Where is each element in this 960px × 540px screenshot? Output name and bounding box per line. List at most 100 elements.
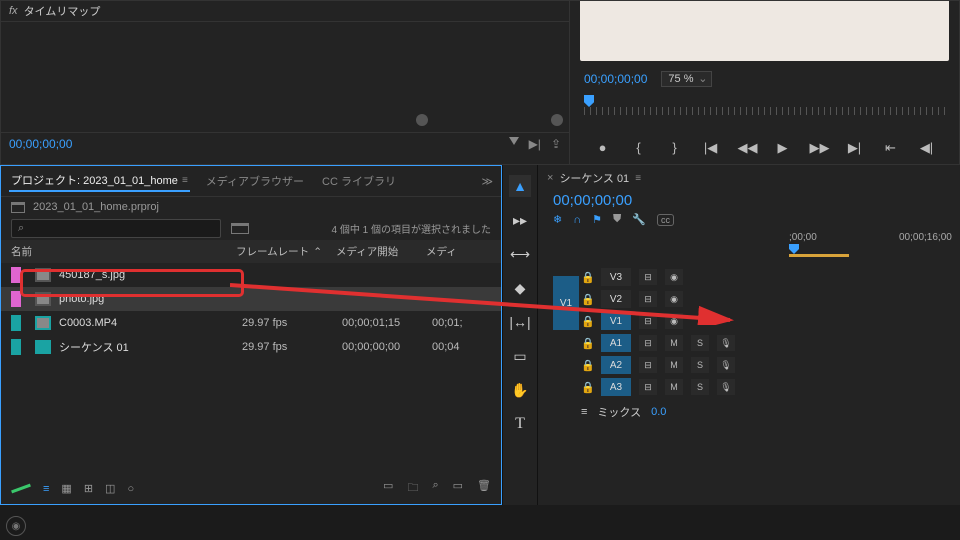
mic-icon[interactable]: 🎙 [717, 357, 735, 373]
sort-button[interactable]: ○ [127, 483, 134, 495]
lift-button[interactable]: ⇤ [882, 140, 900, 156]
track-a2[interactable]: A2 [601, 356, 631, 374]
lock-icon[interactable]: 🔒 [581, 293, 593, 306]
solo-button[interactable]: S [691, 379, 709, 395]
new-item-button[interactable]: ▭ [383, 479, 393, 498]
hamburger-icon[interactable]: ≡ [635, 173, 641, 184]
eye-icon[interactable]: ◉ [665, 269, 683, 285]
tab-project[interactable]: プロジェクト: 2023_01_01_home≡ [9, 170, 190, 192]
creative-cloud-icon[interactable]: ◉ [6, 516, 26, 536]
lock-icon[interactable]: 🔒 [581, 381, 593, 394]
sync-lock-icon[interactable]: ⊟ [639, 357, 657, 373]
sync-lock-icon[interactable]: ⊟ [639, 291, 657, 307]
sequence-tab[interactable]: シーケンス 01 [559, 170, 629, 186]
list-view-button[interactable]: ≡ [43, 483, 49, 495]
search-input[interactable]: ⌕ [11, 219, 221, 238]
snap-icon[interactable]: ❄ [553, 213, 562, 226]
list-item[interactable]: C0003.MP4 29.97 fps 00;00;01;15 00;01; [1, 311, 501, 335]
selection-tool[interactable]: ▲ [509, 175, 531, 197]
work-area-bar[interactable] [789, 254, 849, 257]
time-remap-label[interactable]: タイムリマップ [24, 3, 101, 19]
type-tool[interactable]: T [509, 413, 531, 435]
track-a1[interactable]: A1 [601, 334, 631, 352]
playhead-icon[interactable] [584, 95, 594, 107]
filter-icon[interactable] [509, 137, 519, 145]
tab-cc-libraries[interactable]: CC ライブラリ [320, 171, 398, 191]
trash-button[interactable]: 🗑 [477, 479, 491, 498]
new-bin-icon[interactable] [231, 223, 249, 234]
tab-media-browser[interactable]: メディアブラウザー [204, 171, 306, 191]
scroll-thumb[interactable] [416, 114, 428, 126]
add-marker-button[interactable]: ● [594, 140, 612, 156]
write-mode-icon[interactable] [11, 484, 31, 494]
col-media-end[interactable]: メディ [426, 244, 491, 259]
mute-button[interactable]: M [665, 335, 683, 351]
col-framerate[interactable]: フレームレート⌃ [236, 244, 336, 259]
mic-icon[interactable]: 🎙 [717, 335, 735, 351]
list-item-selected[interactable]: photo.jpg [1, 287, 501, 311]
close-icon[interactable]: × [547, 172, 553, 184]
icon-view-button[interactable]: ▦ [61, 482, 71, 495]
solo-button[interactable]: S [691, 335, 709, 351]
timeline-ruler[interactable]: ;00;00 00;00;16;00 [789, 232, 949, 256]
label-swatch[interactable] [11, 339, 21, 355]
solo-button[interactable]: S [691, 357, 709, 373]
label-swatch[interactable] [11, 267, 21, 283]
track-v1[interactable]: V1 [601, 312, 631, 330]
hand-tool[interactable]: ✋ [509, 379, 531, 401]
label-swatch[interactable] [11, 315, 21, 331]
panel-overflow-icon[interactable]: ≫ [481, 175, 493, 188]
mark-in-button[interactable]: { [630, 140, 648, 156]
scroll-thumb[interactable] [551, 114, 563, 126]
track-v2[interactable]: V2 [601, 290, 631, 308]
freeform-view-button[interactable]: ⊞ [84, 482, 93, 495]
col-media-start[interactable]: メディア開始 [336, 244, 426, 259]
go-prev-button[interactable]: |◀ [702, 140, 720, 156]
lock-icon[interactable]: 🔒 [581, 315, 593, 328]
find-button[interactable]: ⌕ [432, 479, 438, 498]
mix-value[interactable]: 0.0 [651, 406, 666, 418]
mark-out-button[interactable]: } [666, 140, 684, 156]
track-a3[interactable]: A3 [601, 378, 631, 396]
new-bin-button[interactable]: 🗀 [407, 479, 418, 498]
play-button[interactable]: ▶ [774, 140, 792, 156]
go-next-button[interactable]: ▶| [846, 140, 864, 156]
mix-hamburger-icon[interactable]: ≡ [581, 406, 587, 418]
program-timecode[interactable]: 00;00;00;00 [584, 72, 647, 86]
program-ruler[interactable] [584, 95, 945, 115]
mute-button[interactable]: M [665, 379, 683, 395]
slip-tool[interactable]: |↔| [509, 311, 531, 333]
step-fwd-button[interactable]: ▶▶ [810, 140, 828, 156]
captions-icon[interactable]: cc [657, 214, 674, 226]
mute-button[interactable]: M [665, 357, 683, 373]
lock-icon[interactable]: 🔒 [581, 359, 593, 372]
new-item-button-2[interactable]: ▭ [453, 479, 463, 498]
label-swatch[interactable] [11, 291, 21, 307]
mic-icon[interactable]: 🎙 [717, 379, 735, 395]
razor-tool[interactable]: ◆ [509, 277, 531, 299]
export-frame-icon[interactable]: ⇪ [551, 137, 561, 151]
track-select-tool[interactable]: ▸▸ [509, 209, 531, 231]
lock-icon[interactable]: 🔒 [581, 271, 593, 284]
sync-lock-icon[interactable]: ⊟ [639, 269, 657, 285]
sync-lock-icon[interactable]: ⊟ [639, 313, 657, 329]
column-header[interactable]: 名前 フレームレート⌃ メディア開始 メディ [1, 240, 501, 263]
source-timecode[interactable]: 00;00;00;00 [9, 137, 72, 151]
playhead-icon[interactable] [789, 244, 799, 254]
source-patch-v1[interactable]: V1 [553, 276, 579, 330]
shield-icon[interactable]: ⛊ [613, 213, 621, 226]
sync-lock-icon[interactable]: ⊟ [639, 335, 657, 351]
step-back-button[interactable]: ◀◀ [738, 140, 756, 156]
sync-lock-icon[interactable]: ⊟ [639, 379, 657, 395]
lock-icon[interactable]: 🔒 [581, 337, 593, 350]
col-name[interactable]: 名前 [11, 244, 236, 259]
extract-button[interactable]: ◀| [918, 140, 936, 156]
timeline-timecode[interactable]: 00;00;00;00 [553, 192, 632, 209]
list-item[interactable]: 450187_s.jpg [1, 263, 501, 287]
auto-size-button[interactable]: ◫ [105, 482, 115, 495]
eye-icon[interactable]: ◉ [665, 313, 683, 329]
linked-sel-icon[interactable]: ∩ [573, 214, 581, 226]
zoom-select[interactable]: 75 % [661, 71, 712, 87]
eye-icon[interactable]: ◉ [665, 291, 683, 307]
step-fwd-icon[interactable]: ▶| [529, 137, 541, 151]
